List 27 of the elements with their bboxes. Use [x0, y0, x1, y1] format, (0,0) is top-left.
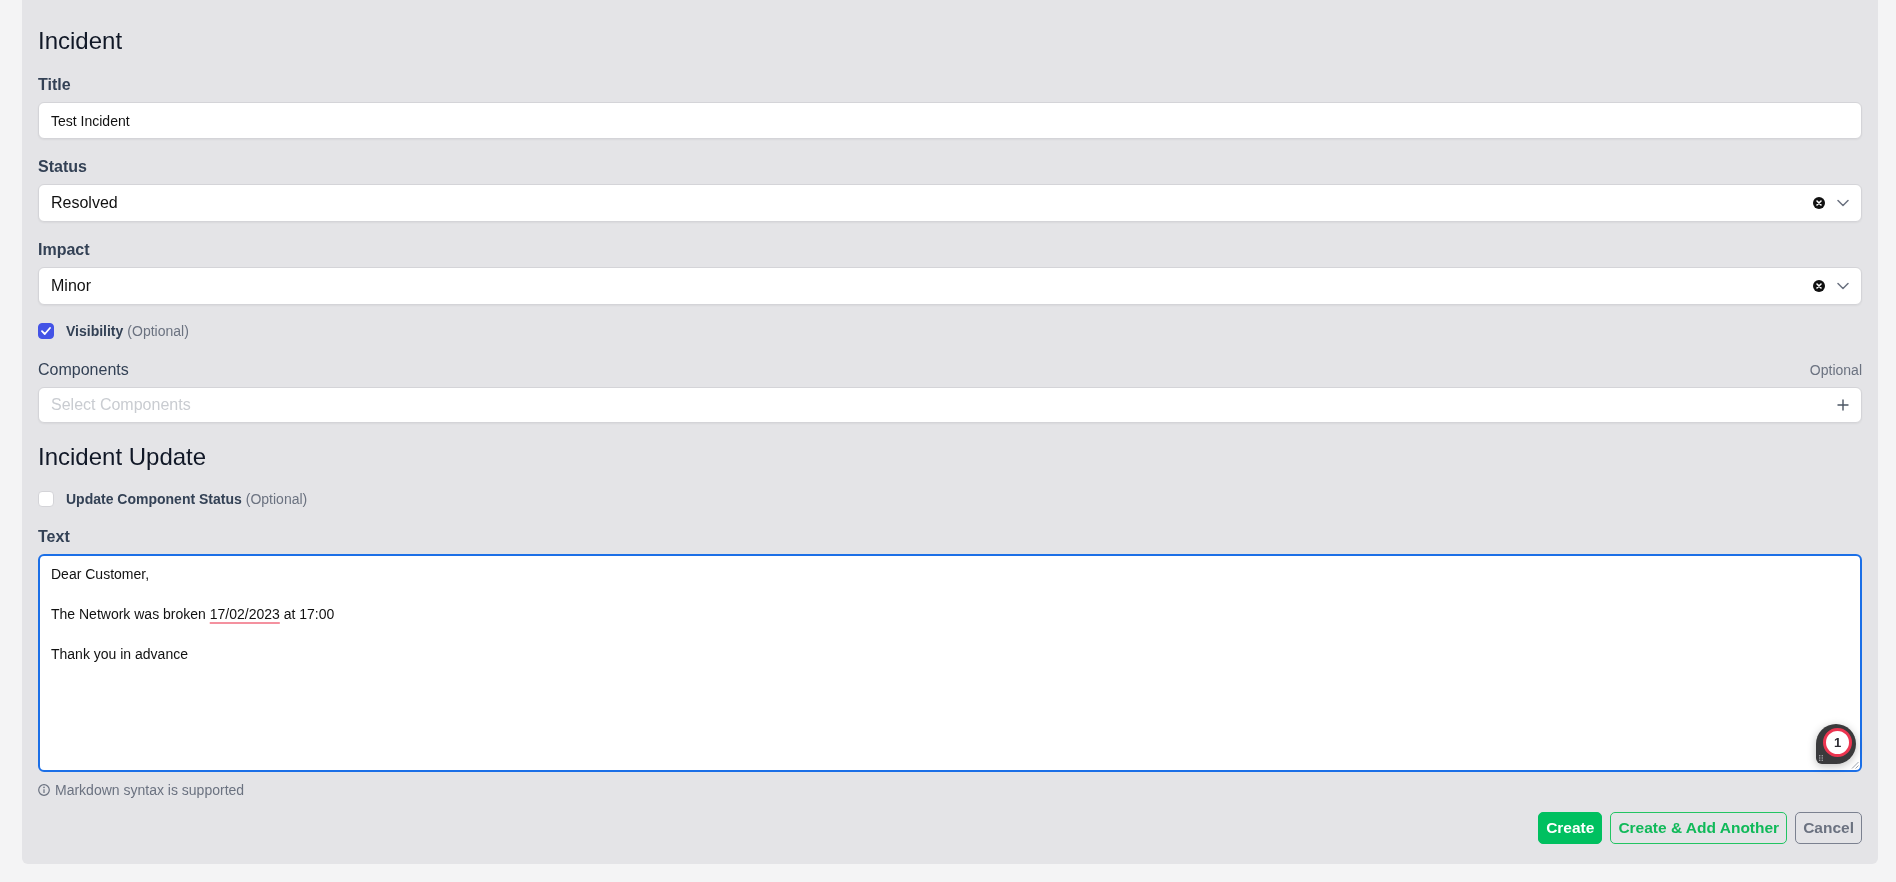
field-label: Components — [38, 360, 129, 380]
section-heading: Incident Update — [38, 442, 207, 472]
chevron-down-icon[interactable] — [1837, 282, 1849, 290]
select-field[interactable]: Resolved — [38, 184, 1862, 222]
help-text: Markdown syntax is supported — [55, 782, 245, 798]
checkbox[interactable] — [38, 323, 54, 339]
optional-hint: (Optional) — [127, 323, 189, 339]
field-label: Title — [38, 75, 71, 95]
checkbox-label: Update Component Status — [66, 491, 242, 507]
check-icon — [41, 327, 51, 335]
optional-hint: (Optional) — [245, 491, 308, 507]
info-icon — [38, 784, 50, 796]
section-heading: Incident — [38, 26, 123, 56]
field-label: Impact — [38, 240, 90, 260]
clear-icon[interactable] — [1813, 197, 1825, 209]
chevron-down-icon[interactable] — [1837, 199, 1849, 207]
select-field[interactable]: Minor — [38, 267, 1862, 305]
resize-grip-icon[interactable] — [1851, 761, 1859, 769]
plus-icon[interactable] — [1837, 399, 1849, 411]
field-label: Text — [38, 527, 70, 547]
grip-icon — [1819, 755, 1823, 761]
checkbox-label: Visibility — [66, 323, 124, 339]
clear-icon[interactable] — [1813, 280, 1825, 292]
field-label: Status — [38, 157, 87, 177]
text-input[interactable]: Test Incident — [38, 102, 1862, 139]
cancel-button[interactable]: Cancel — [1795, 812, 1862, 844]
optional-hint: Optional — [1809, 362, 1862, 378]
